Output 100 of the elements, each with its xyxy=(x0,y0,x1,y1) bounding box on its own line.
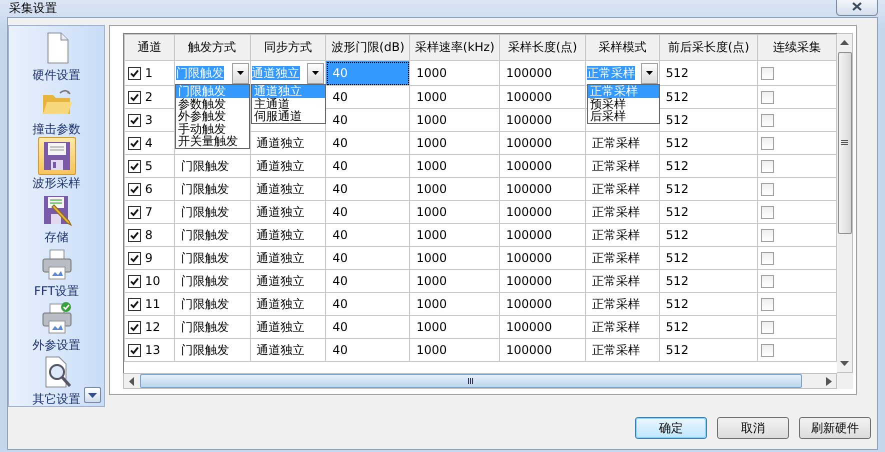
table-cell: 100000 xyxy=(500,224,586,246)
sidebar-item[interactable]: 硬件设置 xyxy=(16,28,96,82)
sidebar-item[interactable]: 外参设置 xyxy=(16,298,96,352)
column-header[interactable]: 触发方式 xyxy=(174,34,250,60)
dropdown-option[interactable]: 参数触发 xyxy=(176,98,249,110)
table-cell-text: 通道独立 xyxy=(256,250,305,264)
sidebar-item[interactable]: 波形采样 xyxy=(16,136,96,190)
table-cell: 40 xyxy=(326,316,410,338)
table-cell: 512 xyxy=(659,270,758,292)
column-header[interactable]: 采样速率(kHz) xyxy=(410,34,500,60)
checkbox[interactable] xyxy=(128,91,141,104)
close-button[interactable] xyxy=(836,0,878,16)
checkbox[interactable] xyxy=(761,321,774,334)
table-cell: 100000 xyxy=(500,292,586,316)
table-cell-text: 通道独立 xyxy=(256,182,305,196)
left-arrow-icon[interactable] xyxy=(129,376,135,386)
right-arrow-icon[interactable] xyxy=(826,376,832,386)
table-cell: 1000 xyxy=(410,246,500,270)
checkbox[interactable] xyxy=(761,252,774,266)
checkbox[interactable] xyxy=(128,160,141,174)
checkbox[interactable] xyxy=(761,183,774,196)
checkbox[interactable] xyxy=(128,344,141,358)
table-cell-text: 门限触发 xyxy=(180,204,229,218)
table-cell-text: 正常采样 xyxy=(590,158,640,172)
checkbox[interactable] xyxy=(761,137,774,150)
horizontal-scrollbar[interactable] xyxy=(123,373,837,389)
table-cell: 512 xyxy=(659,224,758,246)
checkbox[interactable] xyxy=(761,67,774,80)
table-cell: 100000 xyxy=(500,60,586,86)
grip-icon xyxy=(841,140,848,146)
table-cell-text: 通道独立 xyxy=(256,204,305,218)
checkbox[interactable] xyxy=(128,252,141,266)
checkbox[interactable] xyxy=(128,321,141,334)
dialog-button[interactable]: 取消 xyxy=(717,417,789,439)
checkbox[interactable] xyxy=(128,114,141,128)
table-cell: 40 xyxy=(326,132,410,154)
checkbox[interactable] xyxy=(128,183,141,196)
table-cell-text: 通道独立 xyxy=(256,320,305,334)
table-cell: 40 xyxy=(326,154,410,178)
sidebar-item[interactable]: FFT设置 xyxy=(16,244,96,298)
checkbox[interactable] xyxy=(128,275,141,288)
table-cell-text: 正常采样 xyxy=(590,136,640,150)
column-header[interactable]: 采样长度(点) xyxy=(500,34,586,60)
table-cell: 1000 xyxy=(410,316,500,338)
down-arrow-icon[interactable] xyxy=(840,360,849,366)
channel-number: 2 xyxy=(145,90,153,104)
table-cell: 1000 xyxy=(410,132,500,154)
channel-number: 5 xyxy=(145,158,153,173)
table-cell-text: 通道独立 xyxy=(256,274,305,288)
checkbox[interactable] xyxy=(761,344,774,358)
channel-number: 1 xyxy=(145,66,153,80)
table-cell: 512 xyxy=(659,316,758,338)
checkbox[interactable] xyxy=(761,206,774,220)
checkbox[interactable] xyxy=(128,206,141,220)
checkbox[interactable] xyxy=(761,298,774,312)
checkbox[interactable] xyxy=(128,137,141,150)
grip-icon xyxy=(468,378,474,384)
checkbox[interactable] xyxy=(128,67,141,80)
table-cell: 40 xyxy=(326,60,410,86)
column-header[interactable]: 前后采长度(点) xyxy=(659,34,758,60)
table-cell: 100000 xyxy=(500,86,586,108)
column-header[interactable]: 波形门限(dB) xyxy=(326,34,410,60)
table-cell: 100000 xyxy=(500,338,586,362)
sidebar-item[interactable]: 撞击参数 xyxy=(16,82,96,136)
printer-icon xyxy=(40,247,74,281)
dropdown-option[interactable]: 手动触发 xyxy=(176,122,249,135)
column-header[interactable]: 通道 xyxy=(124,34,174,60)
checkbox[interactable] xyxy=(761,91,774,104)
table-cell-text: 通道独立 xyxy=(256,228,305,242)
vertical-scrollbar[interactable] xyxy=(837,33,853,373)
table-cell: 40 xyxy=(326,270,410,292)
scrollbar-corner xyxy=(837,373,853,389)
table-cell: 40 xyxy=(326,246,410,270)
more-button[interactable] xyxy=(84,387,101,403)
checkbox[interactable] xyxy=(761,229,774,242)
checkbox[interactable] xyxy=(761,275,774,288)
table-cell: 40 xyxy=(326,178,410,200)
table-cell: 1000 xyxy=(410,60,500,86)
up-arrow-icon[interactable] xyxy=(840,40,849,46)
table-cell: 512 xyxy=(659,132,758,154)
dialog-button[interactable]: 确定 xyxy=(635,417,707,439)
checkbox[interactable] xyxy=(128,298,141,312)
table-cell-text: 门限触发 xyxy=(180,250,229,264)
dropdown-option[interactable]: 预采样 xyxy=(588,98,659,110)
sidebar-item[interactable]: 存储 xyxy=(16,190,96,244)
table-cell: 512 xyxy=(659,292,758,316)
checkbox[interactable] xyxy=(761,114,774,128)
dialog-button[interactable]: 刷新硬件 xyxy=(799,417,871,439)
table-cell-text: 正常采样 xyxy=(590,250,640,264)
table-cell: 40 xyxy=(326,292,410,316)
checkbox[interactable] xyxy=(128,229,141,242)
table-cell: 100000 xyxy=(500,200,586,224)
column-header[interactable]: 同步方式 xyxy=(250,34,326,60)
table-cell-text: 正常采样 xyxy=(590,182,640,196)
checkbox[interactable] xyxy=(761,160,774,174)
column-header[interactable]: 连续采集 xyxy=(758,34,836,60)
column-header[interactable]: 采样模式 xyxy=(585,34,660,60)
table-cell: 512 xyxy=(659,338,758,362)
table-cell-text: 门限触发 xyxy=(180,274,229,288)
table-cell: 1000 xyxy=(410,154,500,178)
